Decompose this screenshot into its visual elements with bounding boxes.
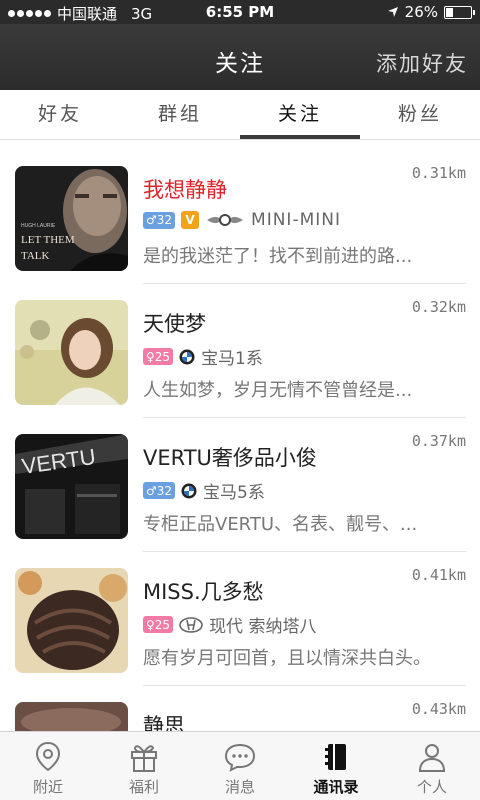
chat-bubble-icon [224,743,256,772]
distance: 0.43km [411,700,466,718]
album-title-line1: LET THEM [21,234,75,246]
avatar: VERTU [15,434,128,539]
gender-age-badge: ♀25 [143,616,174,633]
tab-friends[interactable]: 好友 [0,90,120,139]
nav-bar: 关注 添加好友 [0,24,480,90]
car-model: 宝马1系 [201,349,263,369]
tab-fans[interactable]: 粉丝 [360,90,480,139]
contact-status: 人生如梦，岁月无情不管曾经是... [143,380,413,401]
tab-groups[interactable]: 群组 [120,90,240,139]
battery-percent: 26% [404,3,438,21]
car-model: 宝马5系 [203,483,265,503]
gender-age-badge: ♂32 [143,482,176,499]
gift-icon [131,745,157,772]
album-title-line2: TALK [21,250,50,262]
contact-name: 我想静静 [143,178,227,202]
distance: 0.37km [411,432,466,450]
tabbar-item-profile[interactable]: 个人 [384,732,480,800]
avatar [15,300,128,405]
list-item[interactable]: MISS.几多愁 0.41km ♀25 现代 索纳塔八 愿有岁月可回首，且以情深… [0,552,480,686]
contact-meta: ♀25 现代 索纳塔八 [143,612,316,637]
contacts-book-icon [325,744,346,770]
car-model: 现代 索纳塔八 [209,617,317,637]
contact-status: 是的我迷茫了！找不到前进的路... [143,246,413,267]
battery-fill [446,7,453,17]
contact-name: 静思 [143,714,185,731]
person-icon [418,744,446,772]
bmw-logo-icon [179,349,195,364]
contact-meta: ♂32 V MINI-MINI [143,210,341,230]
location-arrow-icon [387,7,398,17]
avatar [15,702,128,731]
hyundai-logo-icon [179,616,203,633]
vip-badge: V [181,211,200,229]
tabbar-label: 福利 [128,778,159,796]
list-item[interactable]: VERTU VERTU奢侈品小俊 0.37km ♂32 宝马5系 专柜正品VER… [0,418,480,552]
status-right: 26% [387,3,475,21]
contact-name: MISS.几多愁 [143,580,264,604]
distance: 0.41km [411,566,466,584]
tabbar-item-nearby[interactable]: 附近 [0,732,96,800]
tabbar-label: 通讯录 [313,778,359,796]
contact-meta: ♂32 宝马5系 [143,478,265,503]
list-item[interactable]: 静思 0.43km [0,686,480,731]
tabbar-label: 个人 [416,778,447,796]
tabbar-label: 附近 [32,778,63,796]
battery-icon [444,5,475,19]
following-list: HUGH LAURIE LET THEM TALK 我想静静 0.31km ♂3… [0,150,480,731]
gender-age-badge: ♀25 [143,348,174,365]
gender-age-badge: ♂32 [143,211,176,229]
list-item[interactable]: 天使梦 0.32km ♀25 宝马1系 人生如梦，岁月无情不管曾经是... [0,284,480,418]
list-item[interactable]: HUGH LAURIE LET THEM TALK 我想静静 0.31km ♂3… [0,150,480,284]
contact-meta: ♀25 宝马1系 [143,344,263,369]
contact-name: VERTU奢侈品小俊 [143,446,317,470]
car-model: MINI-MINI [251,210,341,230]
contact-status: 愿有岁月可回首，且以情深共白头。 [143,648,431,669]
bottom-tab-bar: 附近 福利 消息 通讯录 个人 [0,731,480,800]
avatar [15,568,128,673]
contact-status: 专柜正品VERTU、名表、靓号、... [143,514,418,535]
tab-following[interactable]: 关注 [240,90,360,139]
status-bar: 中国联通 3G 6:55 PM 26% [0,0,480,24]
distance: 0.31km [411,164,466,182]
distance: 0.32km [411,298,466,316]
tabbar-label: 消息 [224,778,255,796]
tabbar-item-contacts[interactable]: 通讯录 [288,732,384,800]
bmw-logo-icon [181,483,197,498]
tabbar-item-messages[interactable]: 消息 [192,732,288,800]
tabbar-item-benefits[interactable]: 福利 [96,732,192,800]
location-pin-icon [35,741,61,772]
album-artist-text: HUGH LAURIE [21,223,56,229]
avatar: HUGH LAURIE LET THEM TALK [15,166,128,271]
add-friend-button[interactable]: 添加好友 [376,48,468,78]
contact-name: 天使梦 [143,312,206,336]
segment-tabs: 好友 群组 关注 粉丝 [0,90,480,140]
mini-logo-icon [207,214,244,226]
